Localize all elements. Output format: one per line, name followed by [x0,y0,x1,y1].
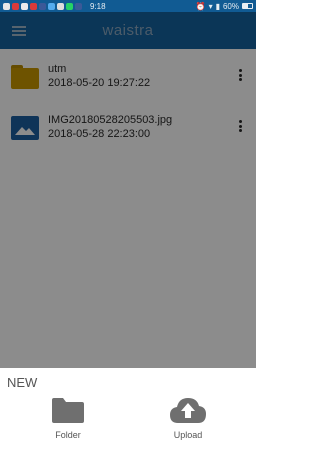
alarm-icon: ⏰ [195,1,206,11]
battery-icon [242,3,253,9]
upload-label: Upload [173,430,203,440]
notification-icon [57,2,64,10]
folder-icon [52,398,84,423]
notification-icon [12,2,19,10]
twitter-icon [48,2,55,10]
status-bar: 9:18 ⏰ ▾ ▮ 60% [0,0,256,12]
battery-text: 60% [222,1,239,11]
notification-icon [3,2,10,10]
dim-overlay[interactable] [0,12,256,368]
facebook-icon [75,2,82,10]
signal-icon: ▮ [215,1,220,11]
battery-fill [243,4,249,8]
cloud-upload-icon [170,398,206,423]
notification-icon [21,2,28,10]
folder-label: Folder [55,430,81,440]
status-time: 9:18 [90,1,106,11]
wifi-icon: ▾ [208,1,213,11]
whatsapp-icon [66,2,73,10]
upload-button[interactable]: Upload [153,396,223,440]
notification-icon [30,2,37,10]
new-bottom-sheet: NEW Folder Upload [0,368,256,455]
sheet-title: NEW [7,375,38,390]
new-folder-button[interactable]: Folder [33,396,103,440]
status-right: ⏰ ▾ ▮ 60% [196,2,253,11]
facebook-icon [39,2,46,10]
